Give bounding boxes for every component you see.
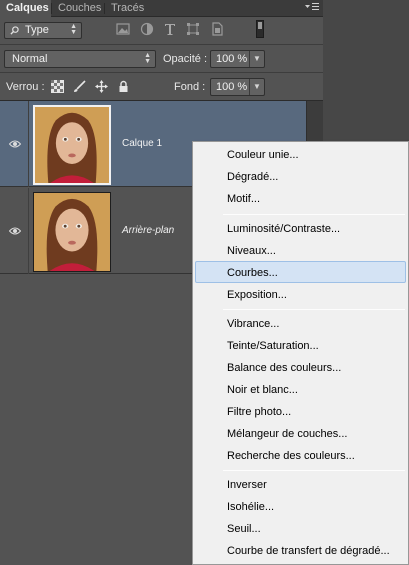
fill-label: Fond : (174, 81, 206, 93)
lock-position-icon[interactable] (95, 80, 108, 93)
blend-opacity-row: Normal ▲ ▼ Opacité : 100 % ▼ (0, 45, 323, 73)
adjustment-filter-icon[interactable] (140, 22, 154, 36)
menu-item-balance-des-couleurs[interactable]: Balance des couleurs... (227, 357, 341, 379)
fill-field[interactable]: 100 % ▼ (210, 78, 265, 96)
opacity-value: 100 % (216, 53, 248, 65)
menu-item-teinte-saturation[interactable]: Teinte/Saturation... (227, 335, 319, 357)
visibility-eye-icon[interactable] (9, 139, 21, 149)
smart-object-filter-icon[interactable] (210, 22, 224, 36)
shape-filter-icon[interactable] (186, 22, 200, 36)
tab-couches[interactable]: Couches (52, 0, 104, 17)
layer-thumbnail[interactable] (33, 192, 111, 272)
tab-traces[interactable]: Tracés (105, 0, 149, 17)
text-filter-icon[interactable] (163, 22, 177, 36)
filter-kind-select[interactable]: Type ▲ ▼ (4, 22, 82, 39)
menu-item-exposition[interactable]: Exposition... (227, 284, 287, 306)
portrait-thumbnail-image (34, 193, 110, 271)
opacity-label: Opacité : (163, 53, 208, 65)
menu-item-courbe-de-transfert-de-degrade[interactable]: Courbe de transfert de dégradé... (227, 540, 390, 562)
menu-item-melangeur-de-couches[interactable]: Mélangeur de couches... (227, 423, 347, 445)
panel-tab-bar: Calques Couches Tracés (0, 0, 323, 17)
adjustment-layer-context-menu: Couleur unie... Dégradé... Motif... Lumi… (192, 141, 409, 565)
filter-toggle-switch[interactable] (256, 20, 264, 38)
updown-arrows-icon: ▲ ▼ (70, 23, 77, 36)
menu-item-isohelie[interactable]: Isohélie... (227, 496, 274, 518)
panel-menu-icon[interactable] (305, 2, 319, 15)
blend-mode-select[interactable]: Normal ▲ ▼ (4, 50, 156, 68)
menu-item-degrade[interactable]: Dégradé... (227, 166, 278, 188)
filter-kind-value: Type (25, 24, 49, 36)
lock-fill-row: Verrou : Fond : 100 % ▼ (0, 73, 323, 101)
tab-calques[interactable]: Calques (0, 0, 51, 17)
menu-item-courbes[interactable]: Courbes... (227, 262, 278, 284)
menu-separator (223, 214, 405, 215)
lock-image-pixels-icon[interactable] (73, 80, 86, 93)
chevron-down-icon[interactable]: ▼ (249, 51, 264, 67)
blend-mode-value: Normal (12, 53, 48, 65)
menu-item-noir-et-blanc[interactable]: Noir et blanc... (227, 379, 298, 401)
menu-item-recherche-des-couleurs[interactable]: Recherche des couleurs... (227, 445, 355, 467)
updown-arrows-icon: ▲ ▼ (144, 52, 151, 65)
layer-thumbnail[interactable] (33, 105, 111, 185)
layer-name[interactable]: Arrière-plan (122, 225, 174, 236)
menu-item-luminosite-contraste[interactable]: Luminosité/Contraste... (227, 218, 340, 240)
menu-separator (223, 309, 405, 310)
image-filter-icon[interactable] (116, 22, 130, 36)
column-divider (28, 188, 29, 274)
portrait-thumbnail-image (35, 107, 109, 183)
opacity-field[interactable]: 100 % ▼ (210, 50, 265, 68)
menu-item-filtre-photo[interactable]: Filtre photo... (227, 401, 291, 423)
menu-separator (223, 470, 405, 471)
menu-item-couleur-unie[interactable]: Couleur unie... (227, 144, 299, 166)
layer-filter-row: Type ▲ ▼ (0, 17, 323, 45)
visibility-eye-icon[interactable] (9, 226, 21, 236)
lock-transparent-pixels-icon[interactable] (51, 80, 64, 93)
column-divider (28, 101, 29, 187)
chevron-down-icon[interactable]: ▼ (249, 79, 264, 95)
lock-all-icon[interactable] (117, 80, 130, 93)
fill-value: 100 % (216, 81, 248, 93)
search-icon (10, 26, 19, 35)
menu-item-inverser[interactable]: Inverser (227, 474, 267, 496)
menu-item-niveaux[interactable]: Niveaux... (227, 240, 276, 262)
menu-item-motif[interactable]: Motif... (227, 188, 260, 210)
menu-item-seuil[interactable]: Seuil... (227, 518, 261, 540)
menu-item-vibrance[interactable]: Vibrance... (227, 313, 279, 335)
layer-name[interactable]: Calque 1 (122, 138, 162, 149)
lock-label: Verrou : (6, 81, 45, 93)
